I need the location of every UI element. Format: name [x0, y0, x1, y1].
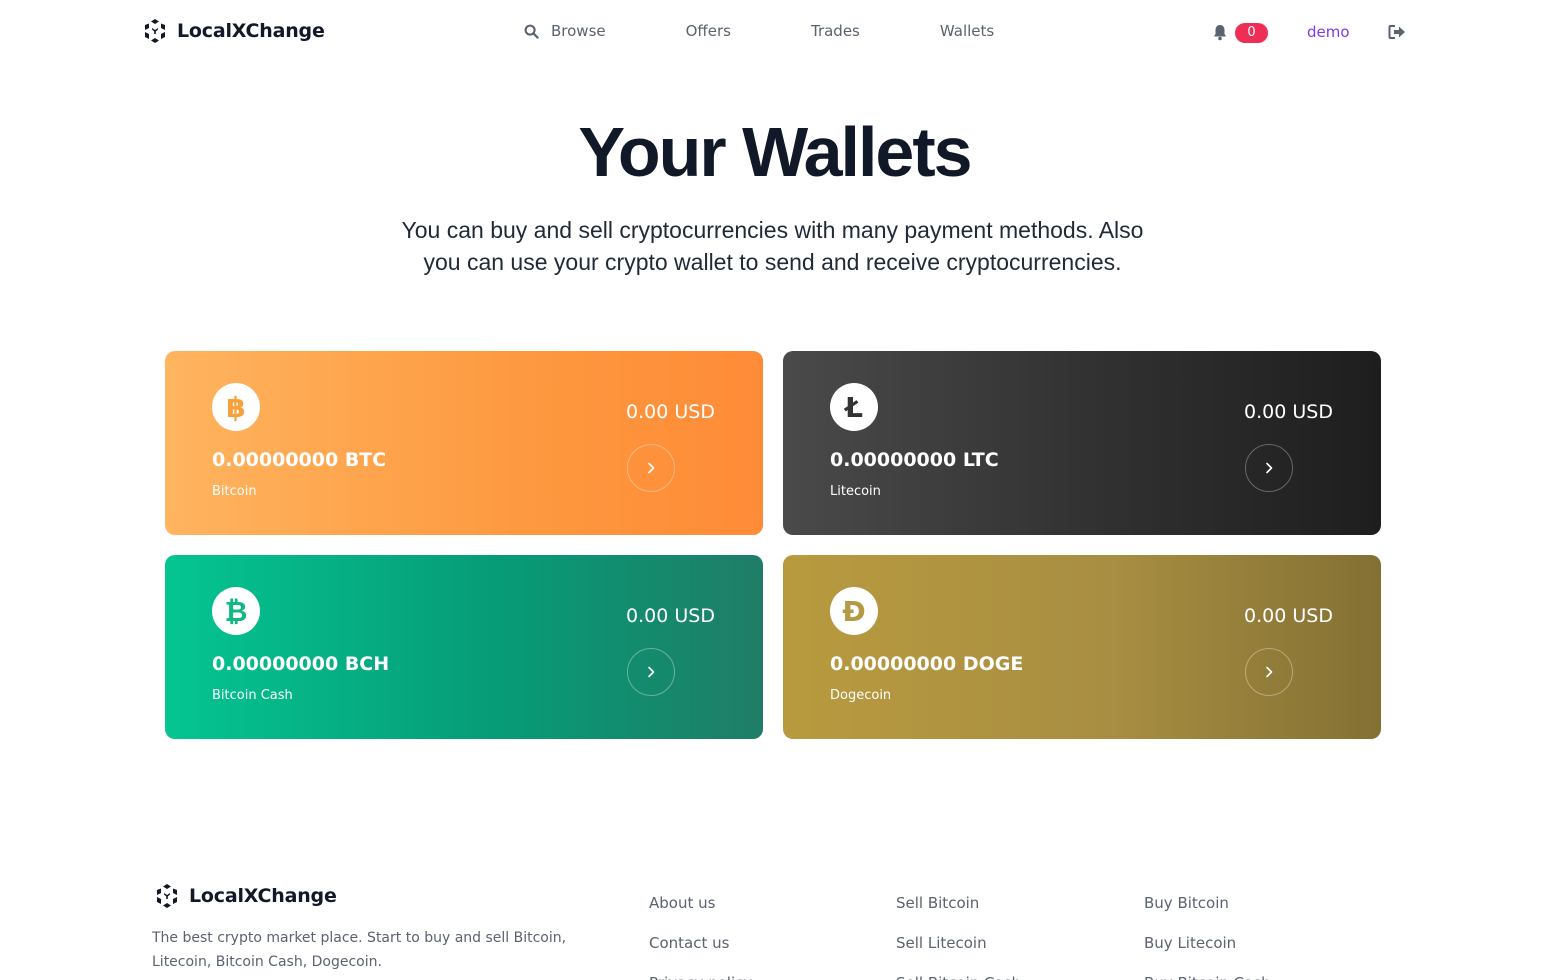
chevron-right-icon [1266, 462, 1273, 474]
footer-link-sell-bitcoin[interactable]: Sell Bitcoin [896, 890, 1021, 930]
logo-icon [157, 884, 177, 908]
footer-link-about[interactable]: About us [649, 890, 752, 930]
footer-link-contact[interactable]: Contact us [649, 930, 752, 970]
footer-description: The best crypto market place. Start to b… [152, 930, 567, 970]
nav-wallets[interactable]: Wallets [940, 22, 994, 40]
footer-brand-name: LocalXChange [189, 885, 337, 907]
page-title: Your Wallets [578, 113, 972, 191]
wallet-coin-name: Dogecoin [830, 688, 892, 703]
wallet-usd-value: 0.00 USD [626, 401, 715, 423]
main-nav: Browse Offers Trades Wallets [524, 22, 994, 40]
user-profile-link[interactable]: demo [1307, 23, 1350, 41]
wallet-coin-name: Bitcoin [212, 484, 257, 499]
wallet-card-bch[interactable]: ₿ 0.00000000 BCH Bitcoin Cash 0.00 USD [165, 555, 763, 739]
open-wallet-button[interactable] [1245, 648, 1293, 696]
footer-link-buy-litecoin[interactable]: Buy Litecoin [1144, 930, 1271, 970]
nav-trades[interactable]: Trades [811, 22, 860, 40]
page-subtitle: You can buy and sell cryptocurrencies wi… [401, 217, 1144, 275]
chevron-right-icon [1266, 666, 1273, 678]
wallet-card-doge[interactable]: Đ 0.00000000 DOGE Dogecoin 0.00 USD [783, 555, 1381, 739]
open-wallet-button[interactable] [627, 444, 675, 492]
wallet-usd-value: 0.00 USD [1244, 401, 1333, 423]
litecoin-icon: Ł [830, 383, 878, 431]
footer-links-buy: Buy Bitcoin Buy Litecoin Buy Bitcoin Cas… [1144, 890, 1271, 980]
wallet-balance: 0.00000000 BCH [212, 653, 390, 675]
footer-link-sell-bitcoin-cash[interactable]: Sell Bitcoin Cash [896, 970, 1021, 980]
wallet-coin-name: Litecoin [830, 484, 881, 499]
footer-link-buy-bitcoin[interactable]: Buy Bitcoin [1144, 890, 1271, 930]
brand-link[interactable]: LocalXChange [142, 18, 325, 44]
bell-icon[interactable] [1212, 24, 1228, 41]
open-wallet-button[interactable] [627, 648, 675, 696]
wallet-balance: 0.00000000 LTC [830, 449, 999, 471]
footer-link-buy-bitcoin-cash[interactable]: Buy Bitcoin Cash [1144, 970, 1271, 980]
wallet-coin-name: Bitcoin Cash [212, 688, 293, 703]
nav-browse-label: Browse [551, 22, 606, 40]
brand-name: LocalXChange [177, 20, 325, 42]
top-navbar: LocalXChange Browse Offers Trades Wallet… [0, 0, 1549, 66]
chevron-right-icon [648, 462, 655, 474]
wallet-card-btc[interactable]: ฿ 0.00000000 BTC Bitcoin 0.00 USD [165, 351, 763, 535]
open-wallet-button[interactable] [1245, 444, 1293, 492]
bitcoin-icon: ฿ [212, 383, 260, 431]
footer-links-sell: Sell Bitcoin Sell Litecoin Sell Bitcoin … [896, 890, 1021, 980]
footer-links-company: About us Contact us Privacy policy [649, 890, 752, 980]
notification-badge[interactable]: 0 [1235, 23, 1268, 43]
wallet-usd-value: 0.00 USD [1244, 605, 1333, 627]
logout-icon[interactable] [1388, 24, 1406, 40]
wallet-usd-value: 0.00 USD [626, 605, 715, 627]
footer-link-privacy[interactable]: Privacy policy [649, 970, 752, 980]
nav-offers[interactable]: Offers [686, 22, 731, 40]
wallet-balance: 0.00000000 BTC [212, 449, 387, 471]
bitcoin-cash-icon: ₿ [212, 587, 260, 635]
chevron-right-icon [648, 666, 655, 678]
wallet-balance: 0.00000000 DOGE [830, 653, 1024, 675]
search-icon [524, 24, 539, 39]
dogecoin-icon: Đ [830, 587, 878, 635]
footer-link-sell-litecoin[interactable]: Sell Litecoin [896, 930, 1021, 970]
logo-icon [145, 19, 165, 43]
nav-browse[interactable]: Browse [524, 22, 606, 40]
wallet-card-ltc[interactable]: Ł 0.00000000 LTC Litecoin 0.00 USD [783, 351, 1381, 535]
footer-brand[interactable]: LocalXChange [154, 883, 337, 909]
